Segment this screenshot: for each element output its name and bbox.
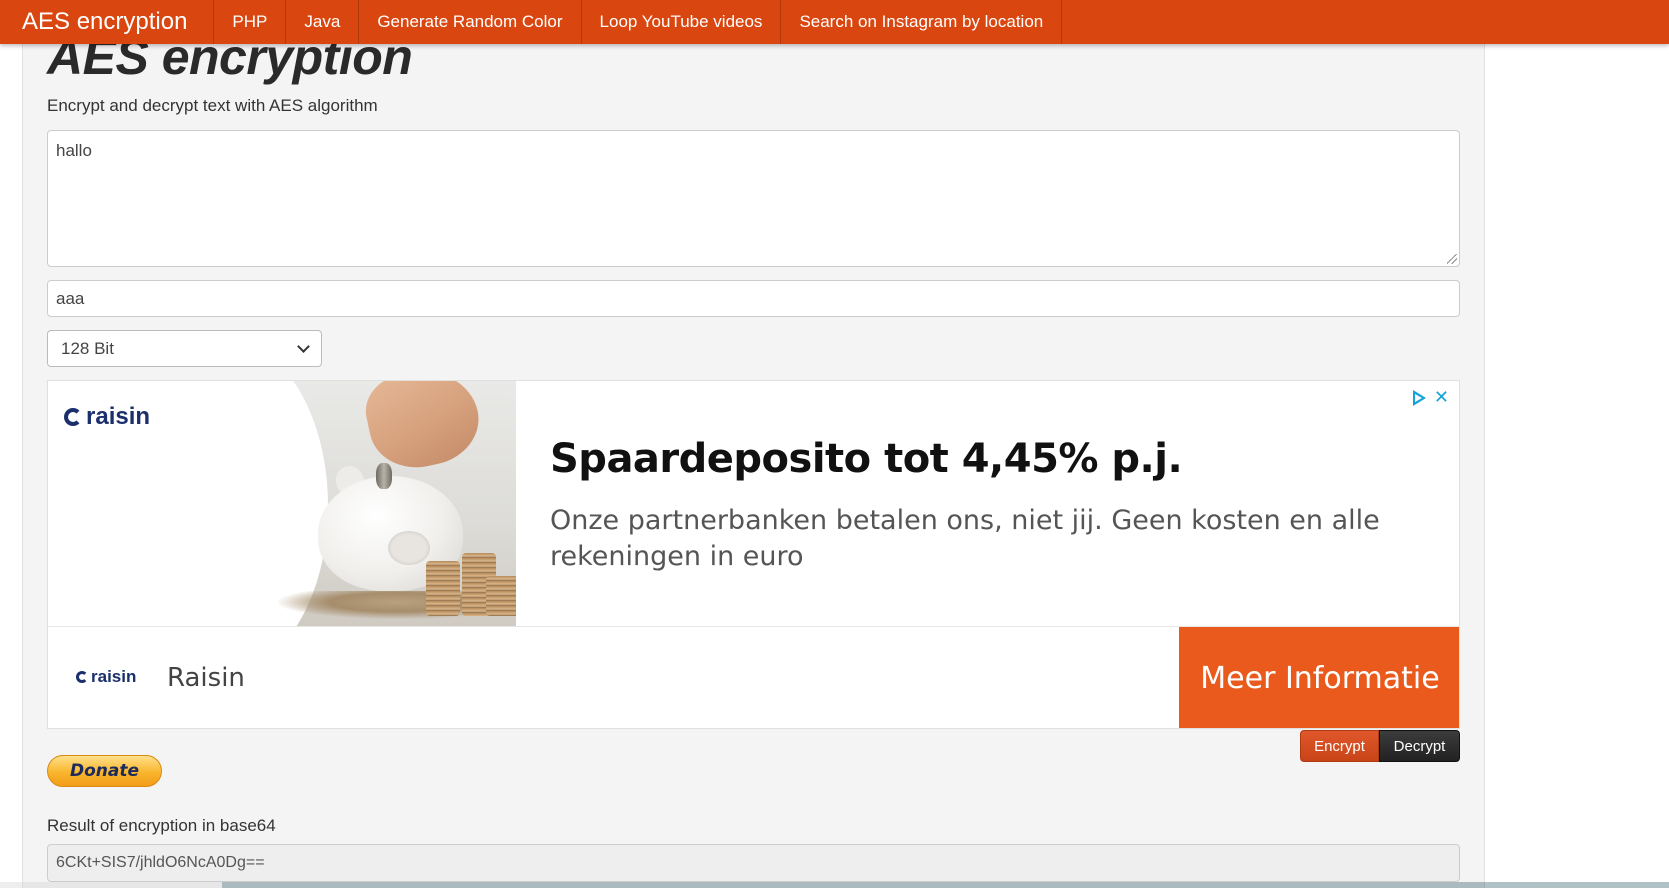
ad-logo: raisin <box>64 403 150 431</box>
ad-logo-small: raisin <box>76 667 136 687</box>
ad-image-mask <box>248 381 328 626</box>
ad-logo-text: raisin <box>86 403 151 430</box>
coin-stack <box>426 561 460 616</box>
key-value: aaa <box>56 288 85 308</box>
resize-handle-icon[interactable] <box>1447 254 1457 264</box>
hand <box>359 381 487 477</box>
encrypt-button[interactable]: Encrypt <box>1300 730 1379 762</box>
ad-choices[interactable]: ✕ <box>1412 387 1449 408</box>
key-size-selected: 128 Bit <box>61 338 114 358</box>
nav-item-instagram-location[interactable]: Search on Instagram by location <box>781 0 1063 44</box>
ad-cta-button[interactable]: Meer Informatie <box>1179 627 1459 728</box>
donate-button[interactable]: Donate <box>47 755 162 787</box>
advertisement[interactable]: raisin Spaardeposito tot 4,45% p.j. Onze… <box>47 380 1460 729</box>
chevron-down-icon <box>297 339 310 353</box>
nav-item-random-color[interactable]: Generate Random Color <box>359 0 582 44</box>
key-size-select[interactable]: 128 Bit <box>47 330 322 367</box>
brand-link[interactable]: AES encryption <box>0 0 215 44</box>
plaintext-value: hallo <box>56 141 92 160</box>
ad-close-icon[interactable]: ✕ <box>1434 387 1449 408</box>
top-navbar: AES encryption PHP Java Generate Random … <box>0 0 1669 44</box>
ad-top-section[interactable]: raisin Spaardeposito tot 4,45% p.j. Onze… <box>48 381 1459 626</box>
ad-bottom-bar[interactable]: raisin Raisin Meer Informatie <box>48 626 1459 728</box>
window-bottom-edge <box>0 882 1669 888</box>
ad-logo-small-text: raisin <box>91 667 137 686</box>
ad-choices-icon[interactable] <box>1412 390 1426 406</box>
nav-item-java[interactable]: Java <box>286 0 360 44</box>
plaintext-textarea[interactable]: hallo <box>47 130 1460 267</box>
page-subtitle: Encrypt and decrypt text with AES algori… <box>47 96 378 115</box>
coin-stack <box>486 576 516 616</box>
key-input[interactable]: aaa <box>47 280 1460 317</box>
raisin-logo-small-icon <box>76 671 88 683</box>
piggy-snout <box>388 531 430 565</box>
falling-coin <box>376 463 392 489</box>
decrypt-button[interactable]: Decrypt <box>1379 730 1460 762</box>
ad-body: Onze partnerbanken betalen ons, niet jij… <box>550 505 1380 572</box>
nav-item-php[interactable]: PHP <box>214 0 287 44</box>
result-value: 6CKt+SIS7/jhldO6NcA0Dg== <box>56 854 265 871</box>
ad-advertiser-name: Raisin <box>167 663 245 693</box>
result-output-field[interactable]: 6CKt+SIS7/jhldO6NcA0Dg== <box>47 844 1460 882</box>
raisin-logo-icon <box>64 408 82 426</box>
nav-item-loop-youtube[interactable]: Loop YouTube videos <box>582 0 782 44</box>
result-label: Result of encryption in base64 <box>47 816 276 835</box>
ad-piggy-bank-image[interactable] <box>248 381 516 626</box>
ad-headline[interactable]: Spaardeposito tot 4,45% p.j. <box>550 436 1183 482</box>
